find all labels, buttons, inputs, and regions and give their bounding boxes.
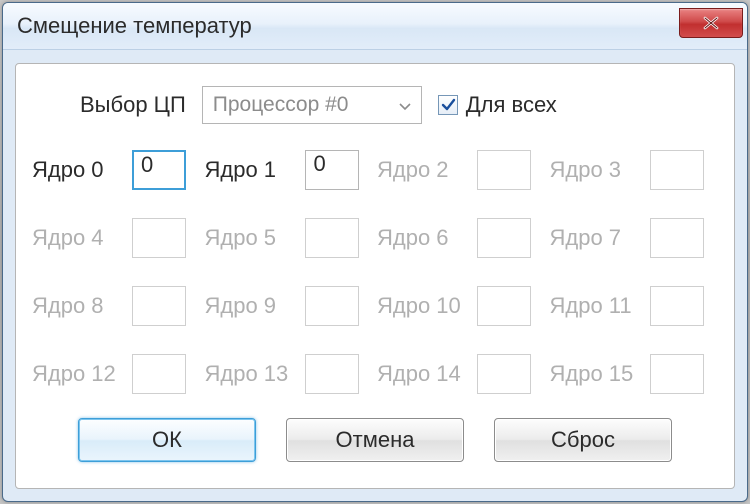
reset-button[interactable]: Сброс	[494, 418, 672, 462]
core-0: Ядро 0 0	[32, 150, 201, 190]
core-15: Ядро 15	[550, 354, 719, 394]
core-3: Ядро 3	[550, 150, 719, 190]
core-input	[477, 354, 531, 394]
cpu-select[interactable]: Процессор #0	[202, 86, 422, 124]
content-panel: Выбор ЦП Процессор #0 Для всех Ядро	[15, 63, 735, 489]
cpu-select-value: Процессор #0	[213, 93, 349, 117]
cpu-select-row: Выбор ЦП Процессор #0 Для всех	[32, 86, 718, 124]
core-input	[132, 286, 186, 326]
core-12: Ядро 12	[32, 354, 201, 394]
core-label: Ядро 4	[32, 225, 122, 251]
core-input	[650, 354, 704, 394]
core-label: Ядро 3	[550, 157, 640, 183]
core-input[interactable]: 0	[305, 150, 359, 190]
core-label: Ядро 9	[205, 293, 295, 319]
core-input	[305, 218, 359, 258]
core-13: Ядро 13	[205, 354, 374, 394]
core-label: Ядро 8	[32, 293, 122, 319]
window-title: Смещение температур	[17, 13, 679, 39]
for-all-checkbox[interactable]	[438, 95, 458, 115]
core-input	[650, 286, 704, 326]
core-5: Ядро 5	[205, 218, 374, 258]
chevron-down-icon	[399, 93, 411, 117]
core-label: Ядро 2	[377, 157, 467, 183]
dialog-window: Смещение температур Выбор ЦП Процессор #…	[2, 2, 748, 502]
core-input	[650, 150, 704, 190]
core-7: Ядро 7	[550, 218, 719, 258]
core-label: Ядро 10	[377, 293, 467, 319]
core-input	[305, 286, 359, 326]
for-all-wrap: Для всех	[438, 92, 557, 118]
close-icon	[702, 16, 720, 30]
ok-button[interactable]: ОК	[78, 418, 256, 462]
core-label: Ядро 15	[550, 361, 640, 387]
core-2: Ядро 2	[377, 150, 546, 190]
core-input	[477, 218, 531, 258]
cpu-label: Выбор ЦП	[80, 92, 186, 118]
core-input	[650, 218, 704, 258]
core-14: Ядро 14	[377, 354, 546, 394]
core-label: Ядро 13	[205, 361, 295, 387]
button-row: ОК Отмена Сброс	[32, 418, 718, 462]
core-input	[305, 354, 359, 394]
core-9: Ядро 9	[205, 286, 374, 326]
cancel-button[interactable]: Отмена	[286, 418, 464, 462]
core-1: Ядро 1 0	[205, 150, 374, 190]
core-input[interactable]: 0	[132, 150, 186, 190]
core-label: Ядро 14	[377, 361, 467, 387]
titlebar[interactable]: Смещение температур	[3, 3, 747, 50]
checkmark-icon	[440, 97, 456, 113]
core-input	[132, 354, 186, 394]
core-input	[132, 218, 186, 258]
core-10: Ядро 10	[377, 286, 546, 326]
core-label: Ядро 5	[205, 225, 295, 251]
core-input	[477, 150, 531, 190]
for-all-label: Для всех	[466, 92, 557, 118]
core-label: Ядро 11	[550, 293, 640, 319]
core-label: Ядро 6	[377, 225, 467, 251]
core-label: Ядро 0	[32, 157, 122, 183]
core-label: Ядро 12	[32, 361, 122, 387]
core-4: Ядро 4	[32, 218, 201, 258]
core-11: Ядро 11	[550, 286, 719, 326]
core-8: Ядро 8	[32, 286, 201, 326]
core-label: Ядро 1	[205, 157, 295, 183]
core-input	[477, 286, 531, 326]
cores-grid: Ядро 00Ядро 10Ядро 2Ядро 3Ядро 4Ядро 5Яд…	[32, 150, 718, 394]
core-label: Ядро 7	[550, 225, 640, 251]
close-button[interactable]	[679, 8, 743, 38]
core-6: Ядро 6	[377, 218, 546, 258]
